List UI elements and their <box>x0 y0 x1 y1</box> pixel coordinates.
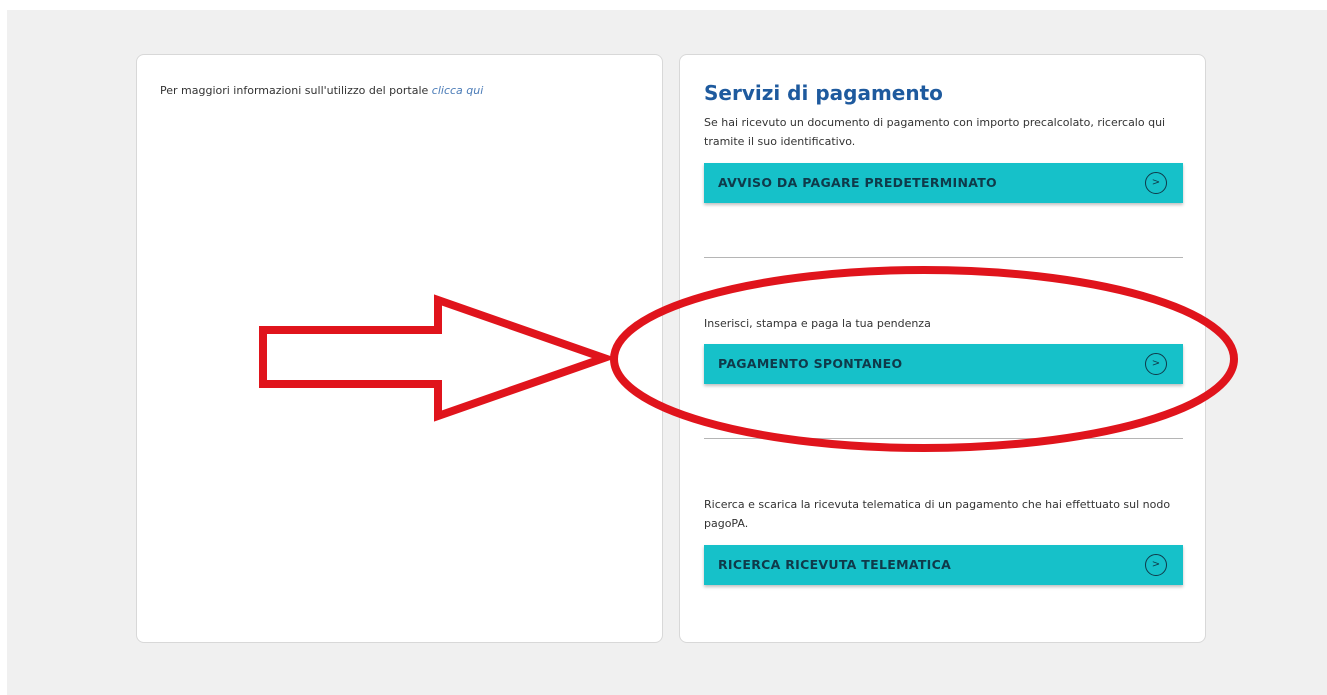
button-label: PAGAMENTO SPONTANEO <box>718 356 903 371</box>
info-text: Per maggiori informazioni sull'utilizzo … <box>160 84 483 97</box>
button-label: AVVISO DA PAGARE PREDETERMINATO <box>718 175 997 190</box>
section-description-ricevuta: Ricerca e scarica la ricevuta telematica… <box>704 498 1171 530</box>
info-link[interactable]: clicca qui <box>432 84 484 97</box>
section-divider <box>704 257 1183 258</box>
info-panel: Per maggiori informazioni sull'utilizzo … <box>136 54 663 643</box>
pagamento-spontaneo-button[interactable]: PAGAMENTO SPONTANEO > <box>704 344 1183 384</box>
avviso-predeterminato-button[interactable]: AVVISO DA PAGARE PREDETERMINATO > <box>704 163 1183 203</box>
chevron-right-circle-icon: > <box>1145 172 1167 194</box>
payment-services-panel: Servizi di pagamento Se hai ricevuto un … <box>679 54 1206 643</box>
ricerca-ricevuta-button[interactable]: RICERCA RICEVUTA TELEMATICA > <box>704 545 1183 585</box>
section-description-spontaneo: Inserisci, stampa e paga la tua pendenza <box>704 317 931 330</box>
chevron-right-circle-icon: > <box>1145 353 1167 375</box>
button-label: RICERCA RICEVUTA TELEMATICA <box>718 557 952 572</box>
section-description-avviso: Se hai ricevuto un documento di pagament… <box>704 116 1166 148</box>
section-divider <box>704 438 1183 439</box>
chevron-right-circle-icon: > <box>1145 554 1167 576</box>
info-label: Per maggiori informazioni sull'utilizzo … <box>160 84 432 97</box>
section-title: Servizi di pagamento <box>704 81 943 105</box>
